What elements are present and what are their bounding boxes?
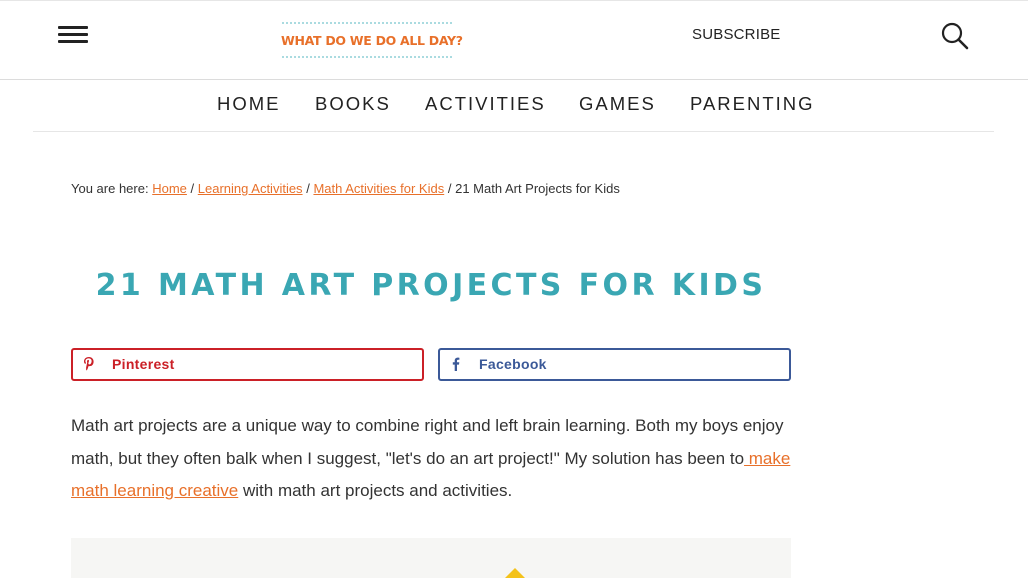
nav-item-parenting[interactable]: PARENTING [690, 93, 815, 115]
main-nav: HOME BOOKS ACTIVITIES GAMES PARENTING [0, 80, 1028, 130]
logo-dots-top [281, 22, 453, 24]
breadcrumb-link-math-activities[interactable]: Math Activities for Kids [313, 181, 444, 196]
site-logo[interactable]: WHAT DO WE DO ALL DAY? [281, 22, 463, 58]
breadcrumb-link-learning-activities[interactable]: Learning Activities [198, 181, 303, 196]
search-icon[interactable] [938, 19, 972, 53]
star-shape-image-detail [503, 568, 527, 578]
intro-text-part1: Math art projects are a unique way to co… [71, 416, 784, 468]
subscribe-link[interactable]: SUBSCRIBE [692, 26, 781, 43]
pinterest-icon [81, 355, 97, 373]
breadcrumb-separator: / [190, 181, 195, 196]
facebook-icon [448, 355, 464, 373]
breadcrumb-separator: / [306, 181, 310, 196]
breadcrumb-prefix: You are here: [71, 181, 149, 196]
facebook-share-button[interactable]: Facebook [438, 348, 791, 381]
intro-text-part2: with math art projects and activities. [238, 481, 513, 500]
nav-divider [33, 131, 994, 132]
nav-item-activities[interactable]: ACTIVITIES [425, 93, 546, 115]
logo-dots-bottom [281, 56, 453, 58]
pinterest-label: Pinterest [112, 356, 175, 372]
logo-text: WHAT DO WE DO ALL DAY? [281, 33, 463, 48]
site-header: WHAT DO WE DO ALL DAY? SUBSCRIBE [0, 0, 1028, 80]
pinterest-share-button[interactable]: Pinterest [71, 348, 424, 381]
breadcrumb: You are here: Home / Learning Activities… [71, 181, 620, 196]
nav-item-home[interactable]: HOME [217, 93, 281, 115]
page-title: 21 MATH ART PROJECTS FOR KIDS [95, 268, 767, 303]
facebook-label: Facebook [479, 356, 547, 372]
nav-item-games[interactable]: GAMES [579, 93, 656, 115]
breadcrumb-link-home[interactable]: Home [152, 181, 187, 196]
breadcrumb-current: 21 Math Art Projects for Kids [455, 181, 620, 196]
nav-item-books[interactable]: BOOKS [315, 93, 391, 115]
hamburger-menu-icon[interactable] [55, 20, 91, 50]
breadcrumb-separator: / [447, 181, 452, 196]
article-intro: Math art projects are a unique way to co… [71, 410, 791, 508]
article-hero-image [71, 538, 791, 578]
